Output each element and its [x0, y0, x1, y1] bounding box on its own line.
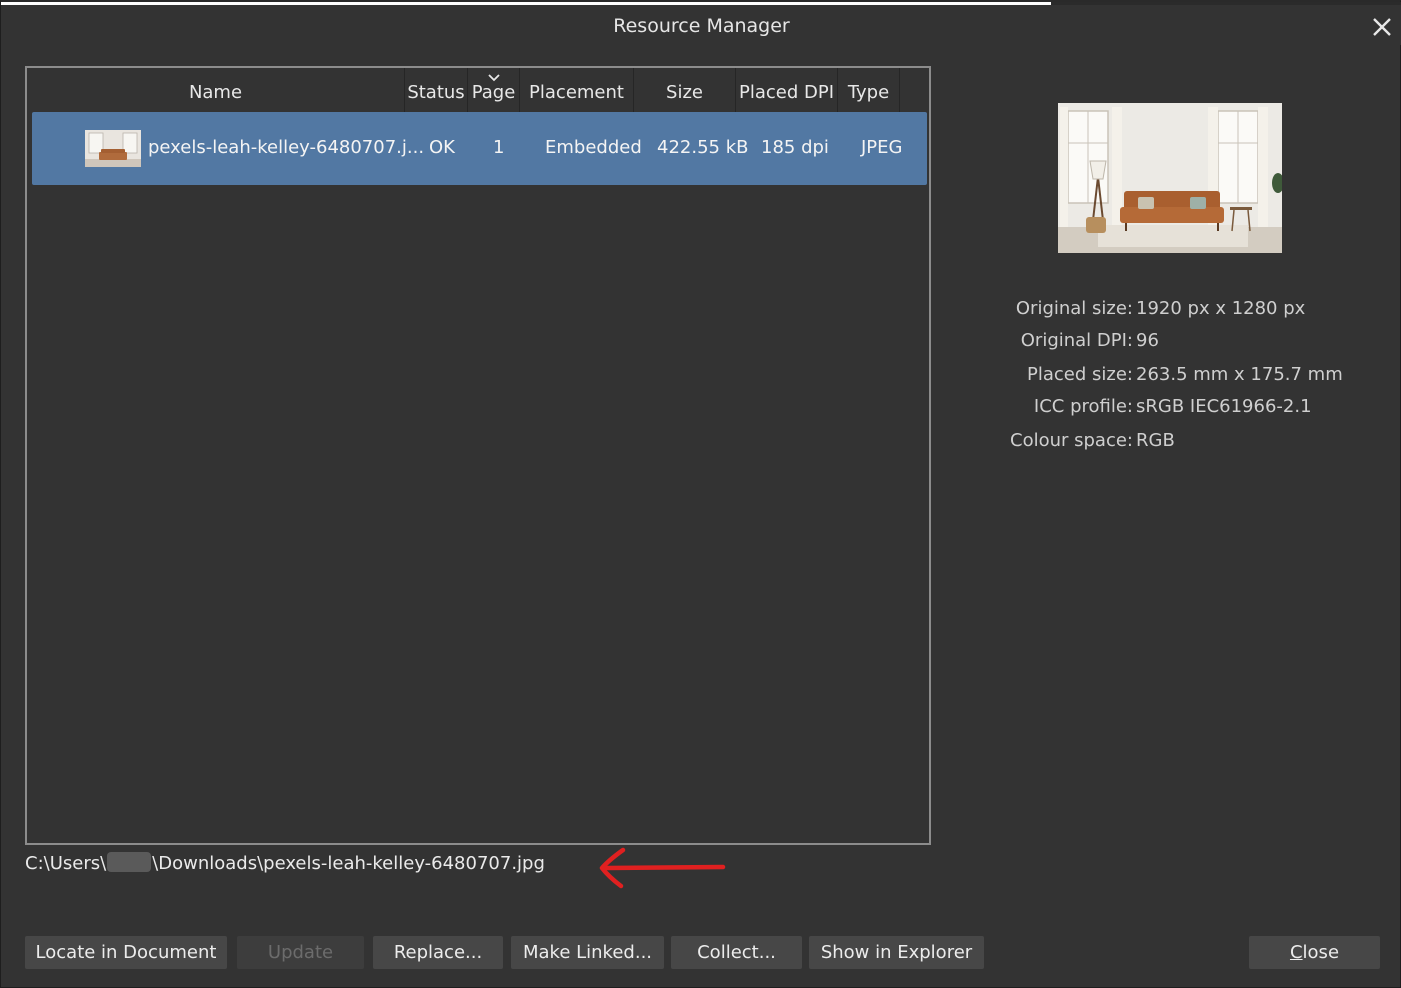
close-button[interactable]: Close	[1249, 936, 1380, 969]
original-size-value: 1920 px x 1280 px	[1136, 298, 1306, 319]
file-path-prefix: C:\Users\	[25, 853, 107, 874]
file-path-suffix: \Downloads\pexels-leah-kelley-6480707.jp…	[152, 853, 545, 874]
original-dpi-row: Original DPI: 96	[1001, 330, 1391, 354]
locate-in-document-button[interactable]: Locate in Document	[25, 936, 227, 969]
resource-placement: Embedded	[545, 137, 642, 158]
replace-button[interactable]: Replace...	[373, 936, 503, 969]
resource-list[interactable]: Name Status Page Placement Size Placed D…	[25, 66, 931, 845]
column-label: Size	[666, 82, 703, 103]
column-label: Status	[407, 82, 465, 103]
column-label: Placement	[529, 82, 624, 103]
column-label: Name	[188, 82, 243, 103]
resource-status: OK	[429, 137, 455, 158]
colour-space-value: RGB	[1136, 430, 1175, 451]
column-header-placed-dpi[interactable]: Placed DPI	[736, 68, 838, 112]
red-arrow-annotation	[595, 844, 729, 896]
collect-button[interactable]: Collect...	[671, 936, 802, 969]
column-label: Type	[847, 82, 890, 103]
close-icon[interactable]	[1368, 13, 1396, 41]
resource-placed-dpi: 185 dpi	[761, 137, 829, 158]
column-header-size[interactable]: Size	[634, 68, 736, 112]
icc-profile-row: ICC profile: sRGB IEC61966-2.1	[1001, 396, 1391, 420]
resource-name: pexels-leah-kelley-6480707.j...	[148, 137, 425, 158]
table-row[interactable]: pexels-leah-kelley-6480707.j... OK 1 Emb…	[32, 112, 927, 185]
colour-space-row: Colour space: RGB	[1001, 430, 1391, 454]
icc-profile-label: ICC profile:	[1033, 396, 1133, 417]
file-path: C:\Users\ \Downloads\pexels-leah-kelley-6…	[25, 852, 545, 874]
column-header-page[interactable]: Page	[468, 68, 520, 112]
resource-type: JPEG	[861, 137, 903, 158]
colour-space-label: Colour space:	[1010, 430, 1133, 451]
resource-manager-dialog: Resource Manager Name Status Page Placem…	[0, 0, 1401, 988]
placed-size-row: Placed size: 263.5 mm x 175.7 mm	[1001, 364, 1391, 388]
original-dpi-value: 96	[1136, 330, 1159, 351]
make-linked-button[interactable]: Make Linked...	[511, 936, 664, 969]
close-button-mnemonic: C	[1289, 942, 1303, 963]
placed-size-value: 263.5 mm x 175.7 mm	[1136, 364, 1343, 385]
resource-preview-image	[1058, 103, 1282, 253]
resource-page: 1	[493, 137, 505, 158]
original-size-row: Original size: 1920 px x 1280 px	[1001, 298, 1391, 322]
resource-size: 422.55 kB	[657, 137, 749, 158]
placed-size-label: Placed size:	[1027, 364, 1133, 385]
column-header-name[interactable]: Name	[27, 68, 405, 112]
original-dpi-label: Original DPI:	[1020, 330, 1133, 351]
update-button[interactable]: Update	[237, 936, 364, 969]
column-header-placement[interactable]: Placement	[520, 68, 634, 112]
close-button-label: lose	[1302, 942, 1340, 963]
column-header-type[interactable]: Type	[838, 68, 900, 112]
column-label: Placed DPI	[738, 82, 835, 103]
dialog-title: Resource Manager	[613, 15, 790, 37]
original-size-label: Original size:	[1015, 298, 1133, 319]
show-in-explorer-button[interactable]: Show in Explorer	[809, 936, 984, 969]
resource-thumbnail	[85, 130, 141, 167]
chevron-down-icon	[468, 69, 519, 87]
icc-profile-value: sRGB IEC61966-2.1	[1136, 396, 1312, 417]
redacted-username	[107, 852, 152, 872]
column-header-status[interactable]: Status	[405, 68, 468, 112]
title-bar: Resource Manager	[1, 5, 1401, 45]
